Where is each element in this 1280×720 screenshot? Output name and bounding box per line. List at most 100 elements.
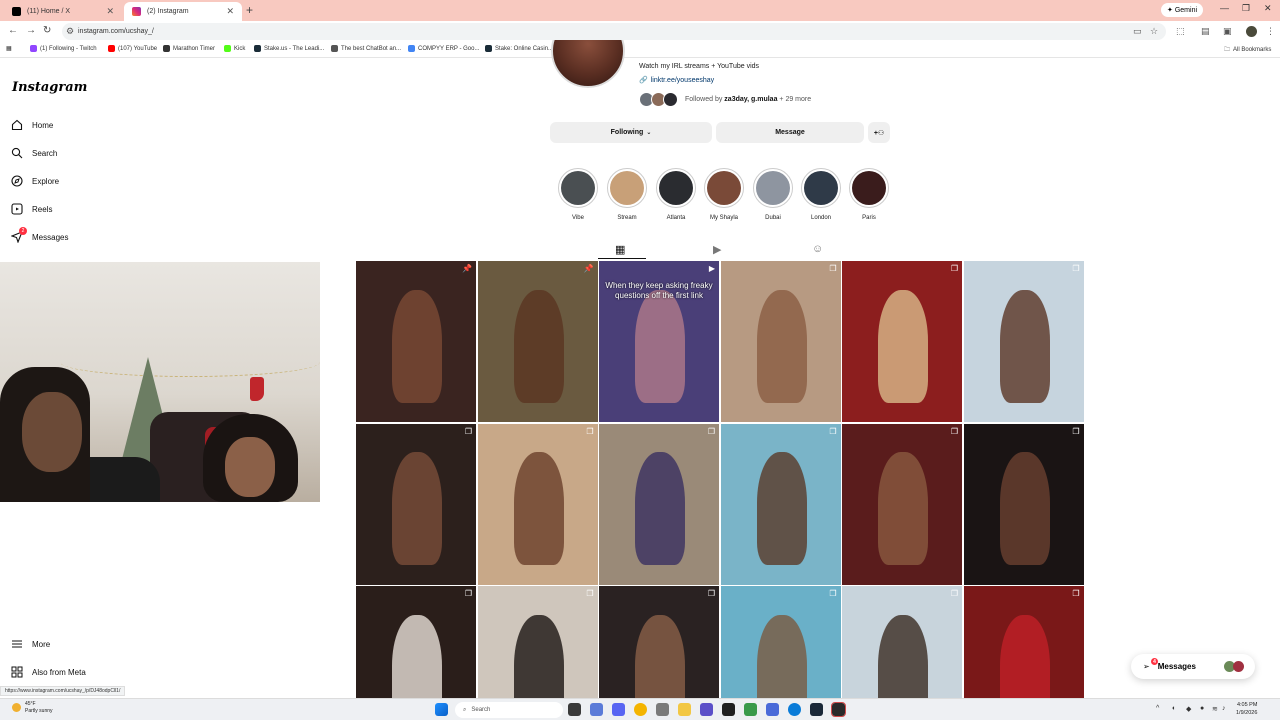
site-info-icon[interactable]: ⚙ xyxy=(66,26,74,37)
post-thumbnail[interactable]: When they keep asking freaky questions o… xyxy=(599,261,719,422)
sidebar-item-more[interactable]: More xyxy=(11,638,50,650)
post-thumbnail[interactable]: ❐ xyxy=(963,261,1084,422)
post-thumbnail[interactable]: ❐ xyxy=(720,423,841,585)
highlight-paris[interactable]: Paris xyxy=(848,168,890,221)
close-window-icon[interactable]: ✕ xyxy=(1264,3,1272,14)
search-icon: ⌕ xyxy=(463,706,467,713)
followed-by[interactable]: Followed by za3day, g.mulaa + 29 more xyxy=(639,92,811,107)
reload-icon[interactable]: ↻ xyxy=(43,25,51,36)
tab-reels[interactable]: ▶ xyxy=(713,243,721,256)
bookmark-stake[interactable]: Stake: Online Casin... xyxy=(485,45,553,52)
file-explorer-icon[interactable] xyxy=(678,703,691,716)
taskbar-search[interactable]: ⌕ Search xyxy=(455,702,563,718)
close-icon[interactable]: ✕ xyxy=(106,6,114,17)
post-thumbnail[interactable]: ❐ xyxy=(842,423,962,585)
add-user-button[interactable]: +⚇ xyxy=(868,122,890,143)
restore-icon[interactable]: ❐ xyxy=(1242,3,1250,14)
app-icon[interactable] xyxy=(766,703,779,716)
bookmark-youtube[interactable]: (107) YouTube xyxy=(108,45,157,52)
sidebar-item-home[interactable]: Home xyxy=(11,119,53,131)
instagram-logo[interactable]: Instagram xyxy=(12,80,87,95)
browser-tab-instagram[interactable]: (2) Instagram ✕ xyxy=(124,2,242,21)
sidepanel-icon[interactable]: ▤ xyxy=(1201,26,1210,37)
sidebar-item-explore[interactable]: Explore xyxy=(11,175,59,187)
steam-icon[interactable] xyxy=(810,703,823,716)
app-icon[interactable] xyxy=(744,703,757,716)
bookmark-chatbot[interactable]: The best ChatBot an... xyxy=(331,45,401,52)
discord-icon[interactable] xyxy=(612,703,625,716)
profile-link[interactable]: 🔗 linktr.ee/youseeshay xyxy=(639,76,714,85)
chrome-icon[interactable] xyxy=(634,703,647,716)
post-thumbnail[interactable]: ❐ xyxy=(963,423,1084,585)
post-thumbnail[interactable]: ❐ xyxy=(356,586,476,701)
post-thumbnail[interactable]: 📌 xyxy=(356,261,476,422)
system-clock[interactable]: 4:05 PM 1/9/2026 xyxy=(1236,702,1257,717)
messages-popup-button[interactable]: ➢ 4 Messages xyxy=(1131,654,1255,679)
app-tray-icon[interactable]: ● xyxy=(1200,705,1204,712)
obs-icon[interactable] xyxy=(722,703,735,716)
apps-icon[interactable]: ▦ xyxy=(6,45,12,52)
bookmark-twitch[interactable]: (1) Following - Twitch xyxy=(30,45,97,52)
start-icon[interactable] xyxy=(435,703,448,716)
highlight-my-shayla[interactable]: My Shayla xyxy=(703,168,745,221)
close-icon[interactable]: ✕ xyxy=(226,6,234,17)
highlight-atlanta[interactable]: Atlanta xyxy=(655,168,697,221)
wifi-icon[interactable]: ≋ xyxy=(1212,705,1218,713)
address-bar[interactable]: instagram.com/ucshay_/ xyxy=(62,23,1166,40)
post-thumbnail[interactable]: ❐ xyxy=(477,586,598,701)
highlight-stream[interactable]: Stream xyxy=(606,168,648,221)
app-icon-active[interactable] xyxy=(831,702,846,717)
post-thumbnail[interactable]: ❐ xyxy=(477,423,598,585)
follower-avatar xyxy=(663,92,678,107)
tab-tagged[interactable]: ☺ xyxy=(812,243,823,255)
bookmark-compyy[interactable]: COMPYY ERP - Goo... xyxy=(408,45,479,52)
highlight-dubai[interactable]: Dubai xyxy=(752,168,794,221)
sidebar-item-search[interactable]: Search xyxy=(11,147,57,159)
post-thumbnail[interactable]: ❐ xyxy=(963,586,1084,701)
browser-tab-x[interactable]: (11) Home / X ✕ xyxy=(4,2,122,21)
split-icon[interactable]: ▣ xyxy=(1223,26,1232,37)
settings-icon[interactable] xyxy=(656,703,669,716)
profile-avatar[interactable] xyxy=(551,40,625,88)
cast-icon[interactable]: ▭ xyxy=(1133,26,1142,37)
gemini-button[interactable]: ✦ Gemini xyxy=(1161,3,1203,17)
extensions-icon[interactable]: ⬚ xyxy=(1176,26,1185,37)
forward-icon[interactable]: → xyxy=(26,25,36,36)
following-button[interactable]: Following ⌄ xyxy=(550,122,712,143)
post-thumbnail[interactable]: 📌 xyxy=(477,261,598,422)
copilot-icon[interactable] xyxy=(590,703,603,716)
back-icon[interactable]: ← xyxy=(8,25,18,36)
sidebar-item-messages[interactable]: 2 Messages xyxy=(11,227,68,243)
minimize-icon[interactable]: — xyxy=(1220,3,1229,13)
message-button[interactable]: Message xyxy=(716,122,864,143)
profile-avatar[interactable] xyxy=(1246,26,1257,37)
highlight-london[interactable]: London xyxy=(800,168,842,221)
app-tray-icon[interactable]: ◐ xyxy=(1172,705,1176,712)
tab-posts[interactable]: ▦ xyxy=(615,243,625,256)
post-thumbnail[interactable]: ❐ xyxy=(720,586,841,701)
bookmark-kick[interactable]: Kick xyxy=(224,45,245,52)
highlight-vibe[interactable]: Vibe xyxy=(557,168,599,221)
edge-icon[interactable] xyxy=(788,703,801,716)
bookmark-stake-us[interactable]: Stake.us - The Leadi... xyxy=(254,45,324,52)
app-tray-icon[interactable]: ◆ xyxy=(1186,705,1191,713)
post-thumbnail[interactable]: ❐ xyxy=(599,586,719,701)
sidebar-item-also-from-meta[interactable]: Also from Meta xyxy=(11,666,86,678)
post-thumbnail[interactable]: ❐ xyxy=(842,261,962,422)
task-view-icon[interactable] xyxy=(568,703,581,716)
app-icon[interactable] xyxy=(700,703,713,716)
post-thumbnail[interactable]: ❐ xyxy=(599,423,719,585)
new-tab-button[interactable]: + xyxy=(246,3,253,17)
post-thumbnail[interactable]: ❐ xyxy=(356,423,476,585)
bookmark-star-icon[interactable]: ☆ xyxy=(1150,26,1158,37)
more-icon[interactable]: ⋮ xyxy=(1266,26,1275,37)
all-bookmarks[interactable]: 🗀 All Bookmarks xyxy=(1224,45,1271,55)
post-thumbnail[interactable]: ❐ xyxy=(720,261,841,422)
weather-widget[interactable]: 45°F Partly sunny xyxy=(12,701,53,714)
post-thumbnail[interactable]: ❐ xyxy=(842,586,962,701)
volume-icon[interactable]: ♪ xyxy=(1222,705,1226,712)
twitch-icon xyxy=(30,45,37,52)
sidebar-item-reels[interactable]: Reels xyxy=(11,203,52,215)
chevron-up-icon[interactable]: ^ xyxy=(1156,705,1159,712)
bookmark-marathon[interactable]: Marathon Timer xyxy=(163,45,215,52)
